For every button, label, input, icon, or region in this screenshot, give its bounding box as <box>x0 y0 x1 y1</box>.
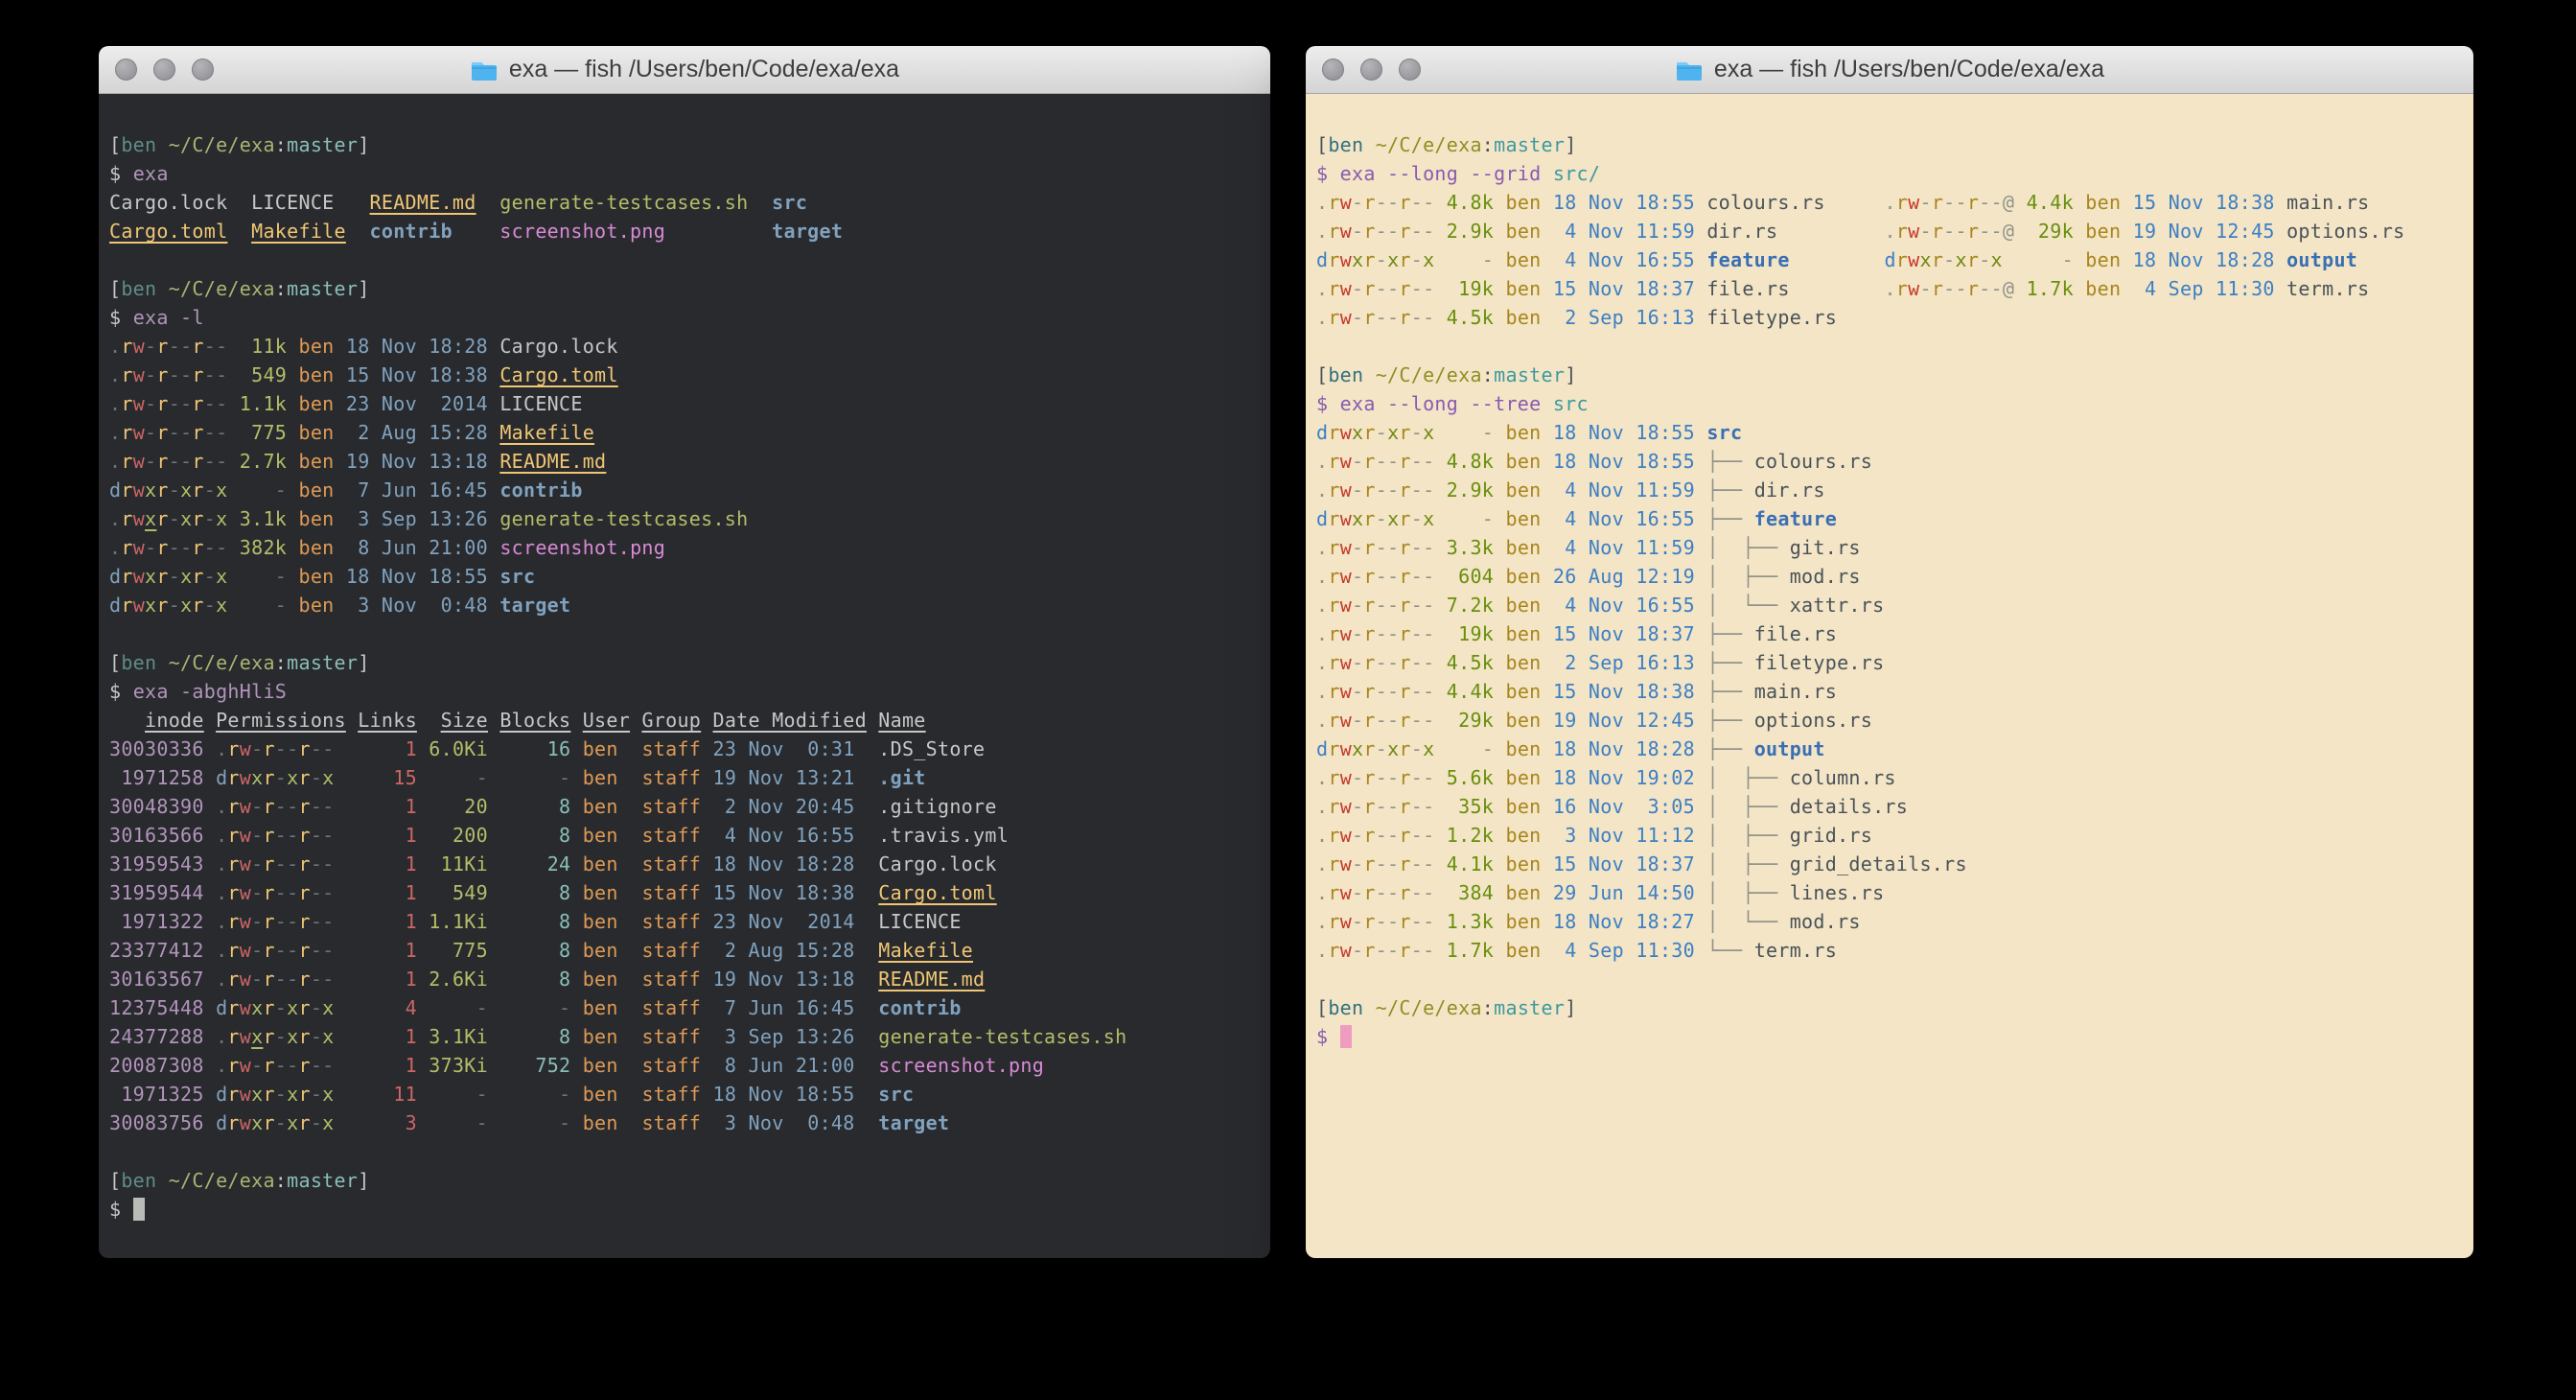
terminal-line: .rw-r--r-- 4.1k ben 15 Nov 18:37 │ ├── g… <box>1316 850 2464 878</box>
terminal-line: .rw-r--r-- 384 ben 29 Jun 14:50 │ ├── li… <box>1316 878 2464 907</box>
terminal-line: drwxr-xr-x - ben 7 Jun 16:45 contrib <box>109 476 1261 504</box>
terminal-line: Cargo.lock LICENCE README.md generate-te… <box>109 188 1261 217</box>
terminal-line: .rw-r--r-- 1.3k ben 18 Nov 18:27 │ └── m… <box>1316 907 2464 936</box>
terminal-line: [ben ~/C/e/exa:master] <box>1316 130 2464 159</box>
terminal-line: $ exa --long --grid src/ <box>1316 159 2464 188</box>
terminal-line: .rw-r--r-- 4.5k ben 2 Sep 16:13 ├── file… <box>1316 648 2464 677</box>
terminal-line: $ exa -l <box>109 303 1261 332</box>
window-title: exa — fish /Users/ben/Code/exa/exa <box>1675 56 2104 83</box>
terminal-line: 31959543 .rw-r--r-- 1 11Ki 24 ben staff … <box>109 850 1261 878</box>
terminal-line: $ exa --long --tree src <box>1316 389 2464 418</box>
terminal-line: .rw-r--r-- 5.6k ben 18 Nov 19:02 │ ├── c… <box>1316 763 2464 792</box>
terminal-line: .rw-r--r-- 1.1k ben 23 Nov 2014 LICENCE <box>109 389 1261 418</box>
terminal-line: 31959544 .rw-r--r-- 1 549 8 ben staff 15… <box>109 878 1261 907</box>
terminal-line: drwxr-xr-x - ben 18 Nov 18:55 src <box>109 562 1261 591</box>
terminal-line: .rw-r--r-- 11k ben 18 Nov 18:28 Cargo.lo… <box>109 332 1261 361</box>
window-controls <box>1322 46 1421 93</box>
terminal-line: .rw-r--r-- 4.8k ben 18 Nov 18:55 ├── col… <box>1316 447 2464 476</box>
window-title-text: exa — fish /Users/ben/Code/exa/exa <box>509 56 899 83</box>
window-title: exa — fish /Users/ben/Code/exa/exa <box>470 56 899 83</box>
terminal-line: .rw-r--r-- 775 ben 2 Aug 15:28 Makefile <box>109 418 1261 447</box>
terminal-line: .rw-r--r-- 29k ben 19 Nov 12:45 ├── opti… <box>1316 706 2464 735</box>
terminal-line: .rw-r--r-- 1.2k ben 3 Nov 11:12 │ ├── gr… <box>1316 821 2464 850</box>
terminal-line: .rw-r--r-- 4.8k ben 18 Nov 18:55 colours… <box>1316 188 2464 217</box>
terminal-line: .rw-r--r-- 604 ben 26 Aug 12:19 │ ├── mo… <box>1316 562 2464 591</box>
terminal-screen[interactable]: [ben ~/C/e/exa:master]$ exaCargo.lock LI… <box>99 94 1270 1258</box>
desktop: { "left_window": { "title": "exa — fish … <box>0 0 2576 1400</box>
terminal-line: 1971322 .rw-r--r-- 1 1.1Ki 8 ben staff 2… <box>109 907 1261 936</box>
terminal-line: .rw-r--r-- 3.3k ben 4 Nov 11:59 │ ├── gi… <box>1316 533 2464 562</box>
folder-icon <box>470 58 499 82</box>
terminal-line: 30163566 .rw-r--r-- 1 200 8 ben staff 4 … <box>109 821 1261 850</box>
close-button[interactable] <box>115 58 137 81</box>
terminal-line: Cargo.toml Makefile contrib screenshot.p… <box>109 217 1261 245</box>
terminal-line: .rw-r--r-- 2.9k ben 4 Nov 11:59 ├── dir.… <box>1316 476 2464 504</box>
window-title-text: exa — fish /Users/ben/Code/exa/exa <box>1714 56 2104 83</box>
terminal-line: [ben ~/C/e/exa:master] <box>109 274 1261 303</box>
terminal-line: [ben ~/C/e/exa:master] <box>109 648 1261 677</box>
terminal-line: drwxr-xr-x - ben 4 Nov 16:55 ├── feature <box>1316 504 2464 533</box>
zoom-button[interactable] <box>1399 58 1421 81</box>
terminal-line: .rw-r--r-- 4.4k ben 15 Nov 18:38 ├── mai… <box>1316 677 2464 706</box>
terminal-line: drwxr-xr-x - ben 18 Nov 18:28 ├── output <box>1316 735 2464 763</box>
terminal-line: .rw-r--r-- 35k ben 16 Nov 3:05 │ ├── det… <box>1316 792 2464 821</box>
terminal-line: $ exa <box>109 159 1261 188</box>
terminal-line: .rwxr-xr-x 3.1k ben 3 Sep 13:26 generate… <box>109 504 1261 533</box>
minimize-button[interactable] <box>153 58 175 81</box>
zoom-button[interactable] <box>192 58 214 81</box>
terminal-line: [ben ~/C/e/exa:master] <box>109 1166 1261 1195</box>
terminal-line: [ben ~/C/e/exa:master] <box>109 130 1261 159</box>
titlebar[interactable]: exa — fish /Users/ben/Code/exa/exa <box>1306 46 2473 94</box>
terminal-line: drwxr-xr-x - ben 4 Nov 16:55 feature drw… <box>1316 245 2464 274</box>
terminal-line: .rw-r--r-- 4.5k ben 2 Sep 16:13 filetype… <box>1316 303 2464 332</box>
terminal-line <box>109 619 1261 648</box>
terminal-line: 12375448 drwxr-xr-x 4 - - ben staff 7 Ju… <box>109 993 1261 1022</box>
terminal-line: 23377412 .rw-r--r-- 1 775 8 ben staff 2 … <box>109 936 1261 965</box>
terminal-line: .rw-r--r-- 549 ben 15 Nov 18:38 Cargo.to… <box>109 361 1261 389</box>
titlebar[interactable]: exa — fish /Users/ben/Code/exa/exa <box>99 46 1270 94</box>
terminal-line: $ <box>1316 1022 2464 1051</box>
terminal-line: .rw-r--r-- 19k ben 15 Nov 18:37 ├── file… <box>1316 619 2464 648</box>
terminal-line: .rw-r--r-- 2.7k ben 19 Nov 13:18 README.… <box>109 447 1261 476</box>
terminal-window-light: exa — fish /Users/ben/Code/exa/exa [ben … <box>1306 46 2473 1258</box>
terminal-line: 1971325 drwxr-xr-x 11 - - ben staff 18 N… <box>109 1080 1261 1108</box>
terminal-window-dark: exa — fish /Users/ben/Code/exa/exa [ben … <box>99 46 1270 1258</box>
terminal-line <box>1316 965 2464 993</box>
terminal-line: drwxr-xr-x - ben 18 Nov 18:55 src <box>1316 418 2464 447</box>
terminal-line: .rw-r--r-- 2.9k ben 4 Nov 11:59 dir.rs .… <box>1316 217 2464 245</box>
terminal-line: 30048390 .rw-r--r-- 1 20 8 ben staff 2 N… <box>109 792 1261 821</box>
terminal-line: 1971258 drwxr-xr-x 15 - - ben staff 19 N… <box>109 763 1261 792</box>
terminal-line <box>109 245 1261 274</box>
window-controls <box>115 46 214 93</box>
terminal-line: 30030336 .rw-r--r-- 1 6.0Ki 16 ben staff… <box>109 735 1261 763</box>
terminal-line: inode Permissions Links Size Blocks User… <box>109 706 1261 735</box>
terminal-line: .rw-r--r-- 382k ben 8 Jun 21:00 screensh… <box>109 533 1261 562</box>
terminal-line: 30083756 drwxr-xr-x 3 - - ben staff 3 No… <box>109 1108 1261 1137</box>
terminal-line: drwxr-xr-x - ben 3 Nov 0:48 target <box>109 591 1261 619</box>
terminal-line: [ben ~/C/e/exa:master] <box>1316 993 2464 1022</box>
terminal-line: .rw-r--r-- 7.2k ben 4 Nov 16:55 │ └── xa… <box>1316 591 2464 619</box>
terminal-line: $ exa -abghHliS <box>109 677 1261 706</box>
terminal-line: 30163567 .rw-r--r-- 1 2.6Ki 8 ben staff … <box>109 965 1261 993</box>
terminal-screen[interactable]: [ben ~/C/e/exa:master]$ exa --long --gri… <box>1306 94 2473 1258</box>
terminal-line: .rw-r--r-- 1.7k ben 4 Sep 11:30 └── term… <box>1316 936 2464 965</box>
terminal-line: 20087308 .rw-r--r-- 1 373Ki 752 ben staf… <box>109 1051 1261 1080</box>
folder-icon <box>1675 58 1704 82</box>
terminal-line <box>109 1137 1261 1166</box>
terminal-line: .rw-r--r-- 19k ben 15 Nov 18:37 file.rs … <box>1316 274 2464 303</box>
terminal-line: 24377288 .rwxr-xr-x 1 3.1Ki 8 ben staff … <box>109 1022 1261 1051</box>
close-button[interactable] <box>1322 58 1344 81</box>
terminal-line: [ben ~/C/e/exa:master] <box>1316 361 2464 389</box>
minimize-button[interactable] <box>1360 58 1382 81</box>
terminal-line <box>1316 332 2464 361</box>
terminal-line: $ <box>109 1195 1261 1224</box>
